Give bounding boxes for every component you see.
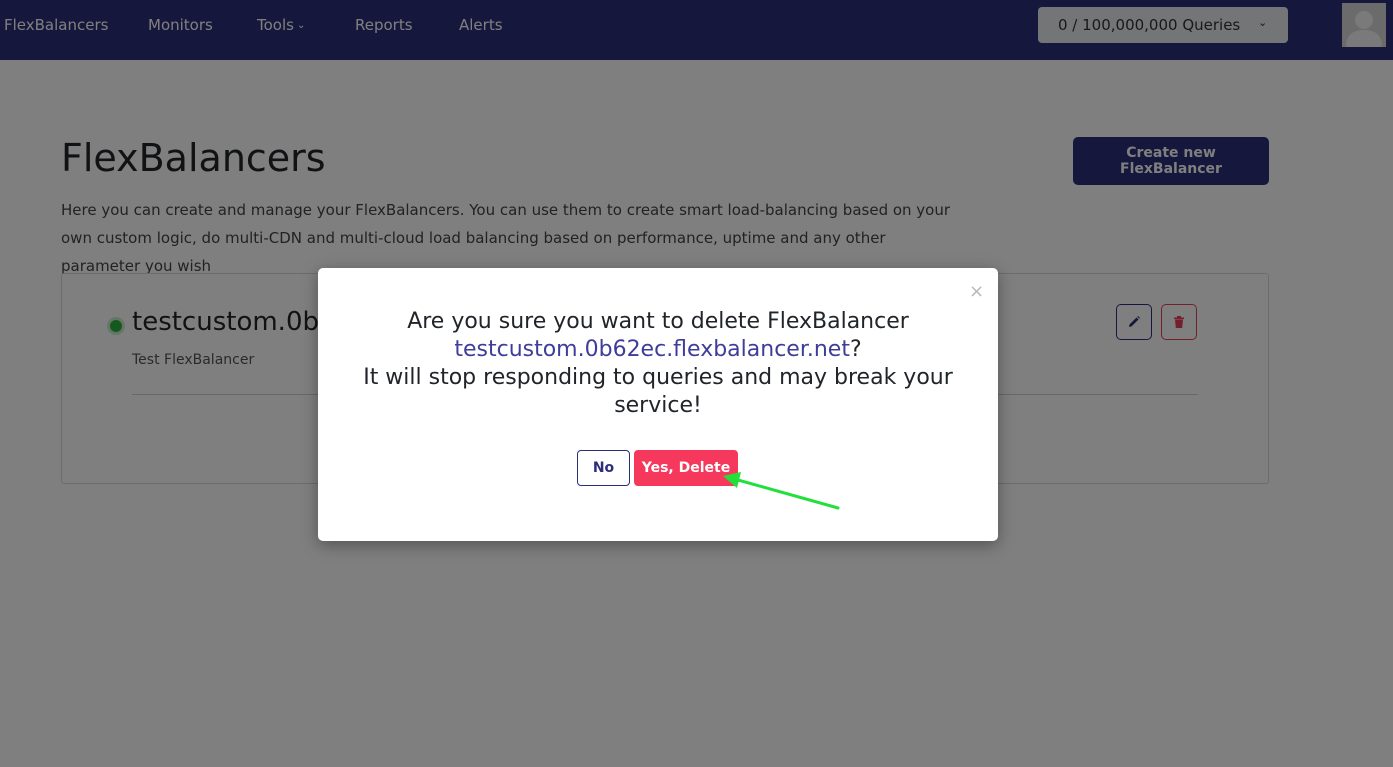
delete-confirmation-modal: × Are you sure you want to delete FlexBa… xyxy=(318,268,998,541)
confirm-delete-button[interactable]: Yes, Delete xyxy=(634,450,738,486)
delete-question: Are you sure you want to delete FlexBala… xyxy=(407,309,909,334)
delete-warning: It will stop responding to queries and m… xyxy=(363,365,953,418)
question-mark: ? xyxy=(849,337,862,362)
close-icon[interactable]: × xyxy=(969,281,984,302)
modal-message: Are you sure you want to delete FlexBala… xyxy=(358,308,958,420)
flexbalancer-domain: testcustom.0b62ec.flexbalancer.net xyxy=(454,337,850,362)
cancel-no-button[interactable]: No xyxy=(577,450,630,486)
